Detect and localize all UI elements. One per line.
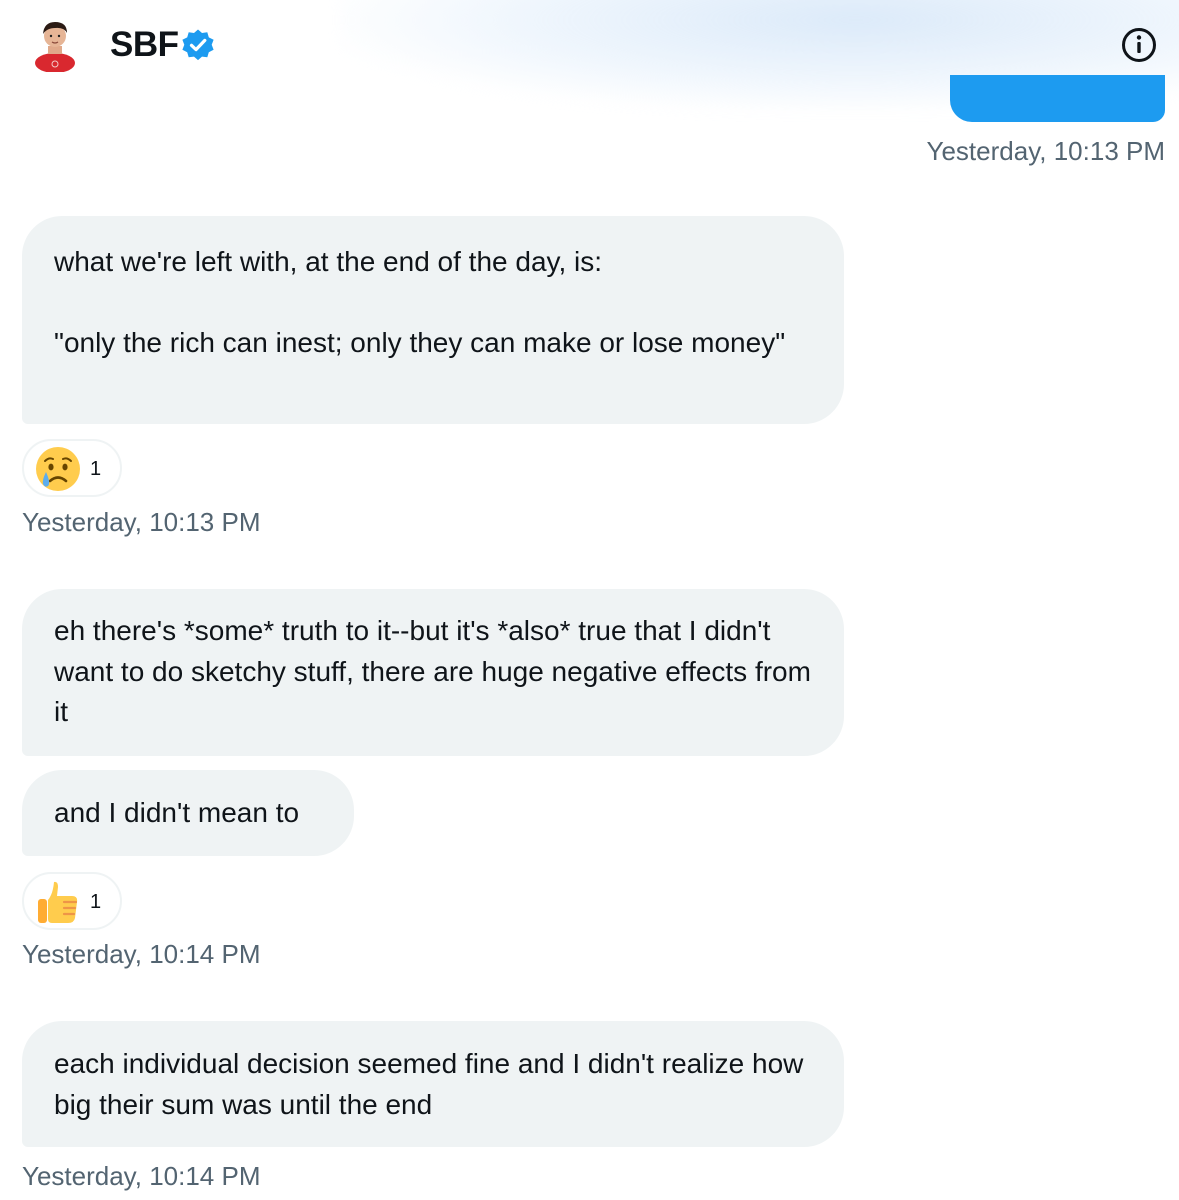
verified-badge-icon (182, 29, 214, 61)
dm-conversation: SBF Yesterday, 10:13 PM what we're left … (0, 0, 1179, 1200)
contact-name[interactable]: SBF (110, 25, 179, 65)
message-text: each individual decision seemed fine and… (54, 1048, 804, 1120)
message-timestamp: Yesterday, 10:14 PM (22, 1161, 261, 1191)
reaction-crying-face[interactable]: 1 (22, 439, 122, 497)
reaction-count: 1 (90, 458, 102, 480)
received-message-bubble[interactable]: what we're left with, at the end of the … (22, 216, 844, 424)
avatar[interactable] (30, 16, 80, 72)
received-message-bubble[interactable]: each individual decision seemed fine and… (22, 1021, 844, 1147)
message-text: eh there's *some* truth to it--but it's … (54, 615, 811, 727)
thumbs-up-icon (38, 881, 78, 923)
message-timestamp: Yesterday, 10:14 PM (22, 939, 261, 969)
message-text: what we're left with, at the end of the … (54, 246, 603, 277)
message-text: and I didn't mean to (54, 797, 300, 828)
received-message-bubble[interactable]: eh there's *some* truth to it--but it's … (22, 589, 844, 756)
message-timestamp: Yesterday, 10:13 PM (22, 507, 261, 537)
received-message-bubble[interactable]: and I didn't mean to (22, 770, 354, 856)
reaction-count: 1 (90, 891, 102, 913)
reaction-thumbs-up[interactable]: 1 (22, 872, 122, 930)
crying-face-icon (36, 447, 80, 491)
sent-message-bubble[interactable] (950, 75, 1165, 122)
message-timestamp: Yesterday, 10:13 PM (926, 136, 1165, 166)
message-text: "only the rich can inest; only they can … (54, 327, 786, 358)
info-icon[interactable] (1120, 26, 1158, 64)
